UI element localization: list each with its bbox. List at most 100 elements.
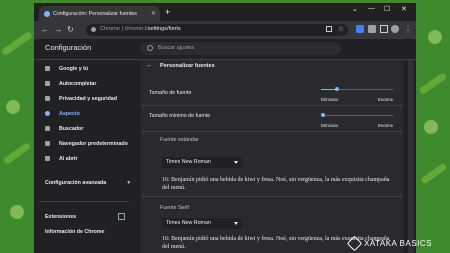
card-title: Personalizar fuentes (160, 63, 215, 69)
power-icon (45, 156, 50, 161)
card-divider (141, 196, 403, 197)
puzzle-extensions-icon[interactable] (368, 25, 376, 33)
close-tab-icon[interactable]: ✕ (151, 10, 156, 17)
palette-icon (45, 111, 50, 116)
sidebar-item-label: Al abrir (59, 155, 78, 162)
wallpaper-shape (2, 142, 32, 165)
card-divider (141, 105, 403, 106)
address-bar[interactable]: Chrome | chrome://settings/fonts ☆ (86, 24, 348, 36)
slider-min-label: Diminuto (321, 123, 338, 128)
search-icon (45, 126, 50, 131)
browser-icon (45, 141, 50, 146)
browser-window: Configuración: Personalizar fuentes ✕ + … (34, 3, 416, 253)
sidebar-item-on-startup[interactable]: Al abrir (45, 154, 78, 163)
address-host: Chrome | chrome:// (100, 26, 148, 32)
sidebar-advanced-toggle[interactable]: Configuración avanzada ▼ (45, 180, 131, 186)
tab-search-icon[interactable]: ⌄ (352, 5, 358, 13)
card-header: ← Personalizar fuentes (141, 60, 403, 74)
external-link-icon[interactable] (118, 213, 125, 220)
standard-font-sample: 16: Benjamín pidió una bebida de kiwi y … (162, 177, 390, 191)
sidebar-item-privacy[interactable]: Privacidad y seguridad (45, 94, 117, 103)
xataka-logo-icon (346, 235, 363, 252)
wallpaper-shape (420, 162, 448, 185)
address-text: Chrome | chrome://settings/fonts (100, 26, 181, 32)
chevron-down-icon (234, 161, 238, 164)
sidebar-item-autofill[interactable]: Autocompletar (45, 79, 96, 88)
sidebar-item-appearance[interactable]: Aspecto (45, 109, 80, 118)
card-divider (141, 131, 403, 132)
minimize-button[interactable]: — (368, 5, 375, 12)
watermark-logo: XATAKA BASICS (346, 235, 432, 252)
forward-arrow-icon[interactable]: → (54, 25, 62, 34)
serif-font-value: Times New Roman (166, 220, 211, 226)
side-panel-icon[interactable] (380, 25, 388, 33)
slider-knob[interactable] (321, 113, 325, 117)
slider-max-label: Enorme (377, 97, 393, 102)
sidebar-item-label: Privacidad y seguridad (59, 95, 117, 102)
sidebar-item-label: Google y tú (59, 65, 89, 72)
sidebar-item-label: Navegador predeterminado (59, 140, 128, 147)
tab-title: Configuración: Personalizar fuentes (53, 10, 137, 17)
slider-track (321, 115, 393, 116)
standard-font-value: Times New Roman (166, 159, 211, 165)
menu-dots-icon[interactable]: ⋮ (404, 25, 412, 34)
settings-favicon-icon (44, 10, 50, 17)
font-size-slider[interactable]: Diminuto Enorme (321, 84, 393, 102)
extension-icon[interactable] (356, 25, 364, 33)
min-font-size-slider[interactable]: Diminuto Enorme (321, 110, 393, 128)
standard-font-select[interactable]: Times New Roman (162, 157, 242, 168)
font-size-label: Tamaño de fuente (149, 90, 192, 96)
serif-font-select[interactable]: Times New Roman (162, 218, 242, 229)
settings-search-input[interactable]: Buscar ajustes (141, 42, 341, 55)
site-info-icon[interactable] (91, 27, 96, 32)
autofill-icon (45, 81, 50, 86)
sidebar-item-label: Autocompletar (59, 80, 97, 87)
min-font-size-label: Tamaño mínimo de fuente (149, 113, 211, 119)
back-arrow-icon[interactable]: ← (146, 62, 153, 69)
profile-avatar-icon[interactable] (391, 25, 399, 33)
settings-page: Configuración Buscar ajustes Google y tú… (34, 39, 416, 253)
sidebar-item-label: Buscador (59, 125, 84, 132)
search-icon (147, 45, 153, 51)
wallpaper-shape (1, 30, 33, 57)
slider-max-label: Enorme (377, 123, 393, 128)
watermark-text: XATAKA BASICS (363, 239, 432, 248)
slider-min-label: Diminuto (321, 97, 338, 102)
wallpaper-dot (424, 120, 438, 134)
maximize-button[interactable]: ☐ (384, 5, 390, 13)
slider-knob[interactable] (334, 87, 339, 91)
page-scrollbar[interactable] (408, 60, 414, 253)
bookmark-star-icon[interactable]: ☆ (338, 25, 344, 33)
chevron-down-icon (234, 222, 238, 225)
close-window-button[interactable]: ✕ (401, 5, 407, 13)
sidebar-item-google[interactable]: Google y tú (45, 64, 88, 73)
shield-icon (45, 96, 50, 101)
browser-toolbar: ← → ↻ Chrome | chrome://settings/fonts ☆… (34, 21, 416, 39)
wallpaper-shape (418, 72, 448, 95)
reload-icon[interactable]: ↻ (67, 25, 74, 34)
address-path: settings/fonts (147, 26, 181, 32)
share-icon[interactable] (326, 26, 332, 32)
tab-settings-fonts[interactable]: Configuración: Personalizar fuentes ✕ (39, 6, 160, 21)
sidebar-advanced-label: Configuración avanzada (45, 180, 107, 186)
back-arrow-icon[interactable]: ← (41, 25, 49, 34)
page-title: Configuración (45, 43, 92, 52)
wallpaper-dot (10, 205, 24, 219)
settings-sidebar: Google y tú Autocompletar Privacidad y s… (34, 60, 134, 253)
sidebar-item-extensions[interactable]: Extensiones (45, 214, 76, 220)
sidebar-item-default-browser[interactable]: Navegador predeterminado (45, 139, 128, 148)
search-placeholder: Buscar ajustes (158, 45, 195, 51)
new-tab-button[interactable]: + (165, 7, 170, 17)
sidebar-item-label: Aspecto (59, 110, 80, 117)
chevron-down-icon: ▼ (126, 180, 132, 186)
wallpaper-dot (6, 100, 20, 114)
fonts-settings-card: ← Personalizar fuentes Tamaño de fuente … (141, 60, 403, 253)
wallpaper-dot (428, 30, 442, 44)
standard-font-title: Fuente estándar (160, 137, 199, 143)
serif-font-title: Fuente Serif (160, 205, 189, 211)
sidebar-item-search-engine[interactable]: Buscador (45, 124, 83, 133)
settings-header: Configuración Buscar ajustes (34, 39, 416, 60)
sidebar-item-about-chrome[interactable]: Información de Chrome (45, 229, 104, 235)
person-icon (45, 66, 50, 71)
tab-strip: Configuración: Personalizar fuentes ✕ + … (34, 3, 416, 21)
